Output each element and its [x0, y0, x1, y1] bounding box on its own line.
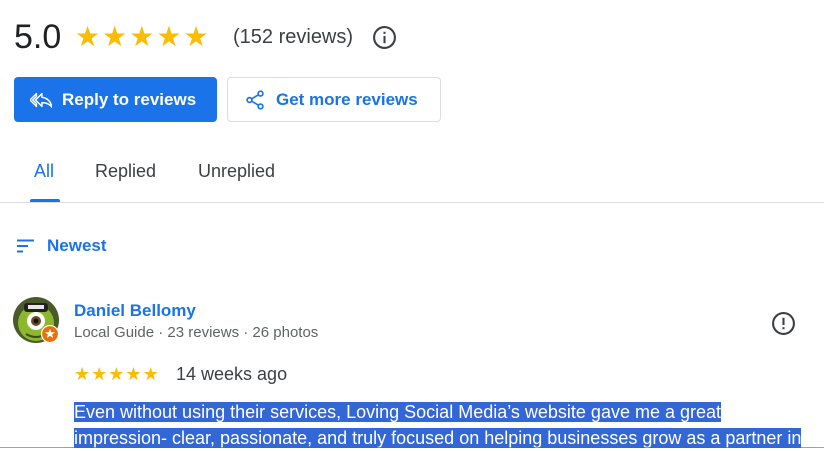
tabs-divider	[0, 202, 824, 203]
star-icon: ★	[156, 21, 182, 52]
review-text: Even without using their services, Lovin…	[74, 399, 814, 451]
reply-to-reviews-button[interactable]: Reply to reviews	[14, 77, 217, 122]
bottom-divider	[0, 447, 824, 448]
star-icon: ★	[75, 21, 101, 52]
tab-replied[interactable]: Replied	[95, 160, 156, 182]
tab-all[interactable]: All	[34, 160, 54, 182]
info-icon[interactable]	[372, 25, 397, 50]
star-icon: ★	[108, 364, 125, 384]
share-icon	[244, 89, 266, 111]
sort-newest-button[interactable]: Newest	[47, 236, 107, 256]
star-icon: ★	[74, 364, 91, 384]
star-icon: ★	[142, 364, 159, 384]
star-icon: ★	[129, 21, 155, 52]
get-more-reviews-button[interactable]: Get more reviews	[227, 77, 441, 122]
review-stars: ★ ★ ★ ★ ★	[74, 364, 159, 384]
more-button-label: Get more reviews	[276, 89, 418, 109]
review-count: (152 reviews)	[233, 26, 354, 48]
rating-stars: ★ ★ ★ ★ ★	[75, 22, 209, 52]
review-date: 14 weeks ago	[176, 364, 288, 384]
star-icon: ★	[183, 21, 209, 52]
rating-score: 5.0	[14, 18, 62, 56]
star-icon: ★	[102, 21, 128, 52]
local-guide-badge-icon	[40, 324, 60, 344]
reviewer-meta: Local Guide · 23 reviews · 26 photos	[74, 324, 319, 341]
star-icon: ★	[125, 364, 142, 384]
review-text-line: impression- clear, passionate, and truly…	[74, 428, 802, 448]
tab-unreplied[interactable]: Unreplied	[198, 160, 275, 182]
reply-all-icon	[29, 89, 53, 111]
star-icon: ★	[91, 364, 108, 384]
review-text-line: Even without using their services, Lovin…	[74, 402, 722, 422]
sort-icon[interactable]	[16, 238, 36, 254]
flag-icon[interactable]	[771, 311, 796, 336]
reviewer-name[interactable]: Daniel Bellomy	[74, 301, 196, 321]
reply-button-label: Reply to reviews	[62, 89, 197, 109]
